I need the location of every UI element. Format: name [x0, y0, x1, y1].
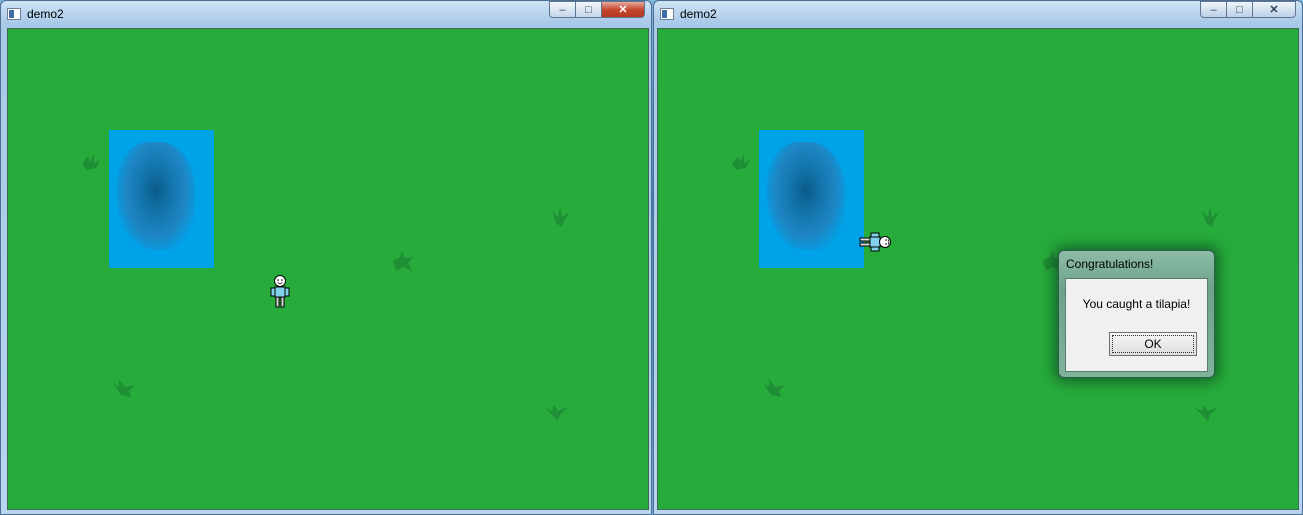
grass-tuft-icon: [393, 251, 414, 271]
pond-ripple: [767, 142, 845, 250]
close-button[interactable]: ✕: [601, 1, 645, 18]
minimize-button[interactable]: –: [1200, 1, 1226, 18]
dialog-message: You caught a tilapia!: [1082, 297, 1191, 311]
grass-tuft-icon: [552, 207, 570, 227]
title-bar[interactable]: demo2 – □ ✕: [1, 1, 651, 27]
close-icon: ✕: [1269, 4, 1279, 16]
game-canvas[interactable]: [7, 28, 649, 510]
maximize-button[interactable]: □: [1226, 1, 1252, 18]
window-title: demo2: [27, 7, 64, 21]
pond-ripple: [117, 142, 195, 250]
grass-tuft-icon: [113, 379, 135, 397]
grass-tuft-icon: [82, 154, 100, 170]
grass-tuft-icon: [732, 154, 750, 170]
minimize-icon: –: [559, 3, 566, 16]
maximize-button[interactable]: □: [575, 1, 601, 18]
minimize-button[interactable]: –: [549, 1, 575, 18]
fishing-pond[interactable]: [109, 130, 214, 268]
app-window-icon: [7, 8, 21, 20]
app-window-icon: [660, 8, 674, 20]
title-bar[interactable]: demo2 – □ ✕: [654, 1, 1302, 27]
dialog-title: Congratulations!: [1066, 257, 1154, 271]
dialog-body: You caught a tilapia! OK: [1065, 278, 1208, 372]
fishing-pond[interactable]: [759, 130, 864, 268]
maximize-icon: □: [1236, 3, 1243, 16]
close-button[interactable]: ✕: [1252, 1, 1296, 18]
window-title: demo2: [680, 7, 717, 21]
grass-tuft-icon: [1202, 207, 1220, 227]
minimize-icon: –: [1210, 3, 1217, 16]
grass-tuft-icon: [544, 405, 568, 421]
grass-tuft-icon: [763, 379, 785, 397]
ok-button[interactable]: OK: [1109, 332, 1197, 356]
grass-tuft-icon: [1194, 405, 1218, 421]
player-character-icon[interactable]: [269, 275, 291, 309]
congratulations-dialog[interactable]: Congratulations! You caught a tilapia! O…: [1058, 250, 1215, 378]
player-character-lying-icon[interactable]: [858, 232, 892, 252]
game-window-left[interactable]: demo2 – □ ✕: [0, 0, 652, 515]
close-icon: ✕: [618, 4, 628, 16]
maximize-icon: □: [585, 3, 592, 16]
